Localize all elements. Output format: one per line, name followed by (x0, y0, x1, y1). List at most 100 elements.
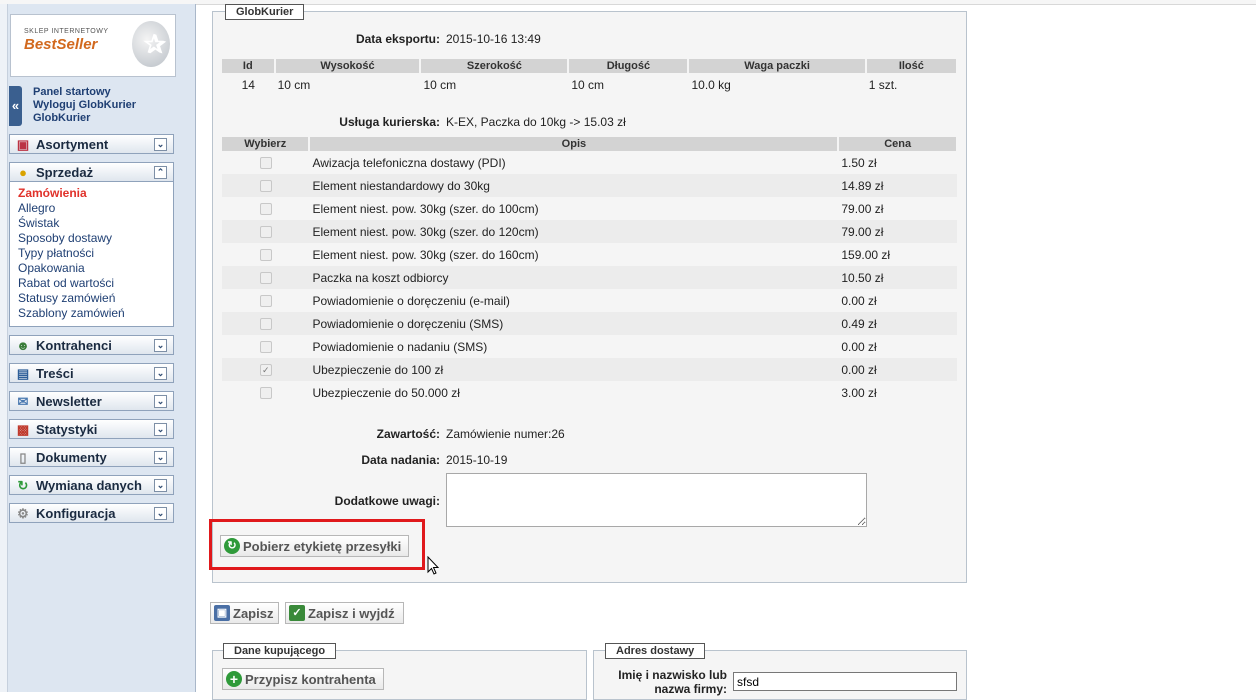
collapse-sidebar-button[interactable]: « (9, 86, 22, 126)
option-price: 159.00 zł (838, 243, 957, 266)
table-row: Ubezpieczenie do 50.000 zł 3.00 zł (222, 381, 957, 404)
chevron-down-icon[interactable]: ⌄ (154, 138, 167, 151)
option-checkbox[interactable] (259, 157, 272, 170)
document-icon: ▯ (19, 450, 27, 465)
menu-head-dokumenty[interactable]: ▯ Dokumenty ⌄ (9, 447, 174, 467)
sidebar-strip (0, 4, 8, 692)
option-description: Powiadomienie o nadaniu (SMS) (309, 335, 839, 358)
sidebar-item-opakowania[interactable]: Opakowania (18, 261, 173, 276)
menu-newsletter: ✉ Newsletter ⌄ (9, 391, 174, 411)
save-button-label: Zapisz (233, 606, 274, 621)
name-label-line1: Imię i nazwisko lub (618, 668, 727, 682)
assign-contractor-label: Przypisz kontrahenta (245, 672, 376, 687)
shop-logo[interactable]: SKLEP INTERNETOWY BestSeller ✰ (10, 14, 176, 77)
menu-head-sprzedaz[interactable]: ● Sprzedaż ⌃ (9, 162, 174, 182)
select-cell (222, 381, 310, 404)
select-cell (222, 243, 310, 266)
menu-head-wymiana[interactable]: ↻ Wymiana danych ⌄ (9, 475, 174, 495)
table-row: Powiadomienie o doręczeniu (SMS) 0.49 zł (222, 312, 957, 335)
option-description: Element niest. pow. 30kg (szer. do 160cm… (309, 243, 839, 266)
coins-icon: ● (19, 165, 27, 180)
option-checkbox[interactable] (259, 226, 272, 239)
option-checkbox[interactable] (259, 249, 272, 262)
sidebar-item-typy-platnosci[interactable]: Typy płatności (18, 246, 173, 261)
notes-textarea[interactable] (446, 473, 867, 527)
column-header-price: Cena (838, 137, 958, 151)
globkurier-legend: GlobKurier (225, 4, 305, 20)
menu-statystyki: ▩ Statystyki ⌄ (9, 419, 174, 439)
option-checkbox[interactable]: ✓ (259, 364, 272, 377)
chevron-down-icon[interactable]: ⌄ (154, 507, 167, 520)
option-price: 79.00 zł (838, 220, 957, 243)
option-price: 79.00 zł (838, 197, 957, 220)
buyer-legend: Dane kupującego (223, 643, 337, 659)
option-description: Ubezpieczenie do 50.000 zł (309, 381, 839, 404)
sidebar-item-swistak[interactable]: Świstak (18, 216, 173, 231)
table-row: Awizacja telefoniczna dostawy (PDI) 1.50 … (222, 151, 957, 174)
sidebar-item-zamowienia[interactable]: Zamówienia (18, 186, 173, 201)
name-input[interactable] (733, 672, 957, 691)
option-checkbox[interactable] (259, 341, 272, 354)
option-checkbox[interactable] (259, 387, 272, 400)
table-row: Powiadomienie o nadaniu (SMS) 0.00 zł (222, 335, 957, 358)
save-button[interactable]: ▣ Zapisz (210, 602, 279, 624)
menu-head-kontrahenci[interactable]: ☻ Kontrahenci ⌄ (9, 335, 174, 355)
save-exit-button[interactable]: ✓ Zapisz i wyjdź (285, 602, 404, 624)
table-row: ✓ Ubezpieczenie do 100 zł 0.00 zł (222, 358, 957, 381)
menu-asortyment: ▣ Asortyment ⌄ (9, 134, 174, 154)
sidebar-item-sposoby-dostawy[interactable]: Sposoby dostawy (18, 231, 173, 246)
option-price: 3.00 zł (838, 381, 957, 404)
option-checkbox[interactable] (259, 272, 272, 285)
sidebar-item-statusy[interactable]: Statusy zamówień (18, 291, 173, 306)
option-price: 10.50 zł (838, 266, 957, 289)
chevron-down-icon[interactable]: ⌄ (154, 395, 167, 408)
logout-link[interactable]: Wyloguj GlobKurier (33, 99, 136, 112)
runner-logo-icon: ✰ (132, 21, 170, 67)
logo-subtitle: SKLEP INTERNETOWY (24, 28, 109, 35)
cell-width: 10 cm (423, 77, 457, 92)
chevron-down-icon[interactable]: ⌄ (154, 339, 167, 352)
bar-chart-icon: ▩ (16, 422, 30, 437)
menu-head-statystyki[interactable]: ▩ Statystyki ⌄ (9, 419, 174, 439)
cell-height: 10 cm (277, 77, 311, 92)
logo-title: BestSeller (24, 36, 98, 53)
option-checkbox[interactable] (259, 180, 272, 193)
option-price: 0.00 zł (838, 358, 957, 381)
select-cell (222, 266, 310, 289)
save-exit-button-label: Zapisz i wyjdź (308, 606, 395, 621)
notes-label: Dodatkowe uwagi: (334, 494, 440, 508)
sidebar-item-allegro[interactable]: Allegro (18, 201, 173, 216)
menu-head-asortyment[interactable]: ▣ Asortyment ⌄ (9, 134, 174, 154)
menu-label: Asortyment (36, 137, 109, 152)
panel-start-link[interactable]: Panel startowy (33, 86, 136, 99)
assign-contractor-button[interactable]: + Przypisz kontrahenta (222, 668, 384, 690)
send-date-label: Data nadania: (361, 453, 440, 467)
menu-head-tresci[interactable]: ▤ Treści ⌄ (9, 363, 174, 383)
chevron-down-icon[interactable]: ⌄ (154, 479, 167, 492)
gear-icon: ⚙ (17, 506, 29, 521)
export-date-value: 2015-10-16 13:49 (446, 32, 541, 46)
table-row: Powiadomienie o doręczeniu (e-mail) 0.00 … (222, 289, 957, 312)
menu-label: Treści (36, 366, 74, 381)
select-cell (222, 312, 310, 335)
service-value: K-EX, Paczka do 10kg -> 15.03 zł (446, 115, 626, 129)
option-description: Powiadomienie o doręczeniu (SMS) (309, 312, 839, 335)
option-checkbox[interactable] (259, 203, 272, 216)
sidebar-item-szablony[interactable]: Szablony zamówień (18, 306, 173, 321)
cell-weight: 10.0 kg (691, 77, 731, 92)
chevron-down-icon[interactable]: ⌄ (154, 423, 167, 436)
sidebar-item-rabat[interactable]: Rabat od wartości (18, 276, 173, 291)
table-row: Element niest. pow. 30kg (szer. do 160cm… (222, 243, 957, 266)
table-row: Element niest. pow. 30kg (szer. do 120cm… (222, 220, 957, 243)
cell-id: 14 (241, 77, 255, 92)
menu-konfiguracja: ⚙ Konfiguracja ⌄ (9, 503, 174, 523)
chevron-up-icon[interactable]: ⌃ (154, 166, 167, 179)
chevron-down-icon[interactable]: ⌄ (154, 367, 167, 380)
option-checkbox[interactable] (259, 295, 272, 308)
option-description: Element niestandardowy do 30kg (309, 174, 839, 197)
menu-head-newsletter[interactable]: ✉ Newsletter ⌄ (9, 391, 174, 411)
chevron-down-icon[interactable]: ⌄ (154, 451, 167, 464)
menu-head-konfiguracja[interactable]: ⚙ Konfiguracja ⌄ (9, 503, 174, 523)
option-checkbox[interactable] (259, 318, 272, 331)
table-row: Element niestandardowy do 30kg 14.89 zł (222, 174, 957, 197)
